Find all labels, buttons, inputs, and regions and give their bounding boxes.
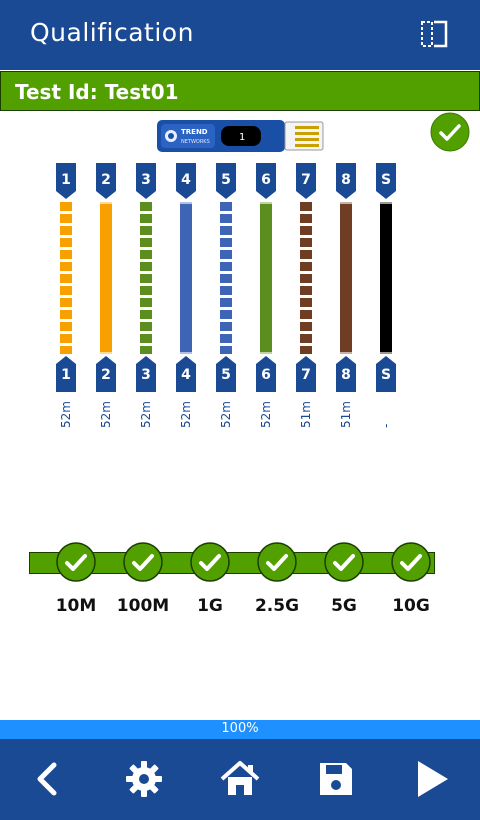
speed-check-icon [391, 542, 431, 582]
wire-3 [140, 202, 152, 354]
wire-length: 52m [259, 401, 273, 428]
device-brand: TREND [181, 128, 208, 136]
wire-pin-top: 6 [256, 163, 276, 199]
wire-pin-label: 4 [181, 367, 191, 383]
speed-check-icon [324, 542, 364, 582]
speed-label: 100M [116, 596, 170, 616]
wire-length: 51m [299, 401, 313, 428]
wire-2 [100, 202, 112, 354]
tester-device-icon: TREND NETWORKS 1 [157, 120, 324, 152]
speed-check-icon [123, 542, 163, 582]
speed-label: 10G [392, 596, 430, 616]
split-panel-icon[interactable] [418, 18, 450, 50]
wire-pin-bottom: 8 [336, 356, 356, 392]
wire-pin-top: 8 [336, 163, 356, 199]
play-icon[interactable] [410, 757, 454, 801]
test-id-label: Test Id: Test01 [15, 80, 179, 104]
speed-check-icon [257, 542, 297, 582]
wire-pin-bottom: 3 [136, 356, 156, 392]
wire-pin-label: 8 [341, 172, 351, 188]
wire-pin-label: S [380, 367, 392, 383]
wire-pin-bottom: 1 [56, 356, 76, 392]
wire-length: 52m [179, 401, 193, 428]
wire-length: 52m [59, 401, 73, 428]
speed-label: 1G [197, 596, 223, 616]
wire-pin-label: 3 [141, 172, 151, 188]
wire-length: 51m [339, 401, 353, 428]
wire-pin-label: 6 [261, 172, 271, 188]
wire-8 [340, 202, 352, 354]
wire-pin-bottom: 6 [256, 356, 276, 392]
wire-pin-top: 4 [176, 163, 196, 199]
wire-pin-label: 7 [301, 172, 311, 188]
wire-pin-label: 8 [341, 367, 351, 383]
wire-pin-bottom: 4 [176, 356, 196, 392]
page-title: Qualification [30, 18, 194, 47]
wire-length: 52m [219, 401, 233, 428]
wire-pin-label: 5 [221, 172, 231, 188]
device-model: NETWORKS [181, 139, 210, 145]
progress-text: 100% [221, 721, 259, 736]
wire-pin-top: 3 [136, 163, 156, 199]
wire-pin-label: 1 [61, 367, 71, 383]
speed-label: 5G [331, 596, 357, 616]
home-icon[interactable] [218, 757, 262, 801]
wire-pin-label: 2 [101, 172, 111, 188]
back-arrow-icon[interactable] [26, 757, 70, 801]
wire-length: 52m [139, 401, 153, 428]
app-header: Qualification [0, 0, 480, 70]
wire-7 [300, 202, 312, 354]
speed-check-icon [56, 542, 96, 582]
wire-1 [60, 202, 72, 354]
wire-pin-bottom: 5 [216, 356, 236, 392]
footer-toolbar [0, 739, 480, 820]
wire-6 [260, 202, 272, 354]
speed-label: 10M [55, 596, 97, 616]
check-circle-icon [430, 112, 470, 152]
device-screen: 1 [239, 132, 245, 143]
test-id-bar: Test Id: Test01 [0, 71, 480, 111]
wire-4 [180, 202, 192, 354]
wire-pin-label: 4 [181, 172, 191, 188]
wire-pin-label: 7 [301, 367, 311, 383]
wire-pin-bottom: 2 [96, 356, 116, 392]
wire-pin-top: 2 [96, 163, 116, 199]
wire-S [380, 202, 392, 354]
speed-label: 2.5G [254, 596, 300, 616]
wire-pin-top: 5 [216, 163, 236, 199]
wire-pin-bottom: S [376, 356, 396, 392]
wire-length: 52m [99, 401, 113, 428]
wire-pin-top: 7 [296, 163, 316, 199]
wire-pin-label: 1 [61, 172, 71, 188]
wire-pin-label: S [380, 172, 392, 188]
wire-length: - [379, 423, 393, 428]
progress-bar: 100% [0, 720, 480, 739]
wire-pin-bottom: 7 [296, 356, 316, 392]
wire-pin-label: 2 [101, 367, 111, 383]
wire-pin-label: 6 [261, 367, 271, 383]
speed-check-icon [190, 542, 230, 582]
wire-pin-label: 3 [141, 367, 151, 383]
wire-pin-label: 5 [221, 367, 231, 383]
gear-icon[interactable] [122, 757, 166, 801]
save-icon[interactable] [314, 757, 358, 801]
wire-5 [220, 202, 232, 354]
wire-pin-top: 1 [56, 163, 76, 199]
wire-pin-top: S [376, 163, 396, 199]
